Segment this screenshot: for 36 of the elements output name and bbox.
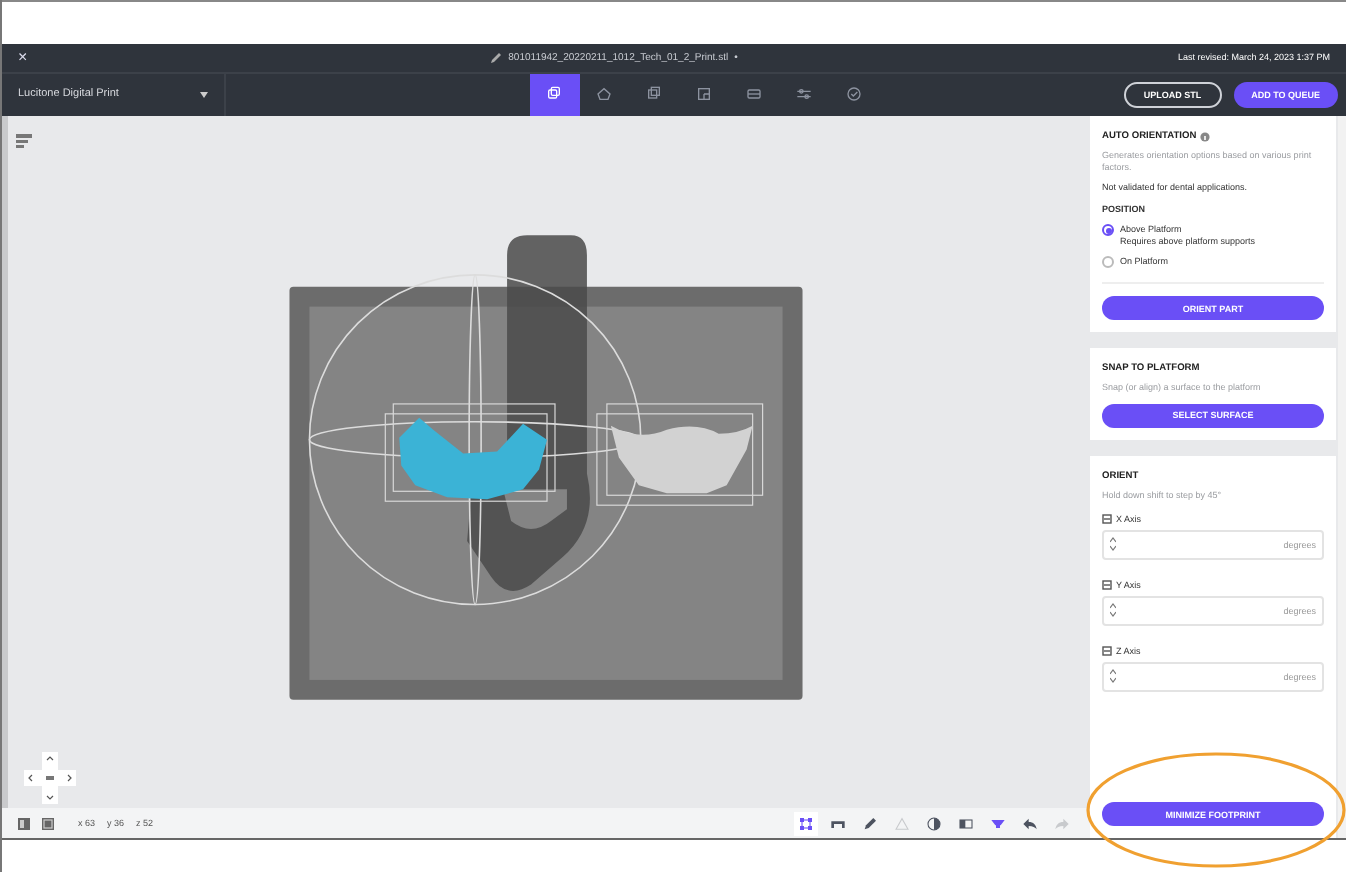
axis-icon [1102,513,1112,524]
triangle-icon [894,815,910,832]
menu-icon[interactable] [16,133,32,148]
navigation-pad-icon[interactable] [24,751,76,804]
spinner-icon[interactable] [1110,536,1116,553]
redo-icon [1054,815,1070,832]
view-tool-button[interactable] [794,811,818,836]
sliders-icon [796,86,813,103]
radio-button[interactable] [1102,224,1114,237]
spinner-icon[interactable] [1110,602,1116,619]
spinner-icon[interactable] [1110,668,1116,685]
toolbar-tab[interactable] [529,73,580,116]
bridge-icon [830,815,846,832]
tray-icon [746,86,763,103]
undo-icon [1022,815,1038,832]
close-button[interactable]: × [18,48,138,67]
contrast-icon [926,815,942,832]
grid-icon[interactable] [42,817,54,830]
axis-icon [1102,645,1112,656]
pencil-icon [490,51,503,64]
radio-button[interactable] [1102,256,1114,269]
funnel-icon [990,815,1006,832]
check-circle-icon [846,86,863,103]
info-icon[interactable] [1200,131,1211,142]
copy-icon [646,86,663,103]
viewport-canvas[interactable] [2,115,1090,809]
caret-icon [200,91,208,98]
panel-icon[interactable] [18,817,30,830]
view-tool-button[interactable] [922,811,946,836]
axis-icon [1102,579,1112,590]
layers-icon [546,86,563,103]
split-view-icon [958,815,974,832]
frame-icon [696,86,713,103]
denture-model [610,425,753,493]
pencil-icon [862,815,878,832]
selection-icon [798,815,814,832]
